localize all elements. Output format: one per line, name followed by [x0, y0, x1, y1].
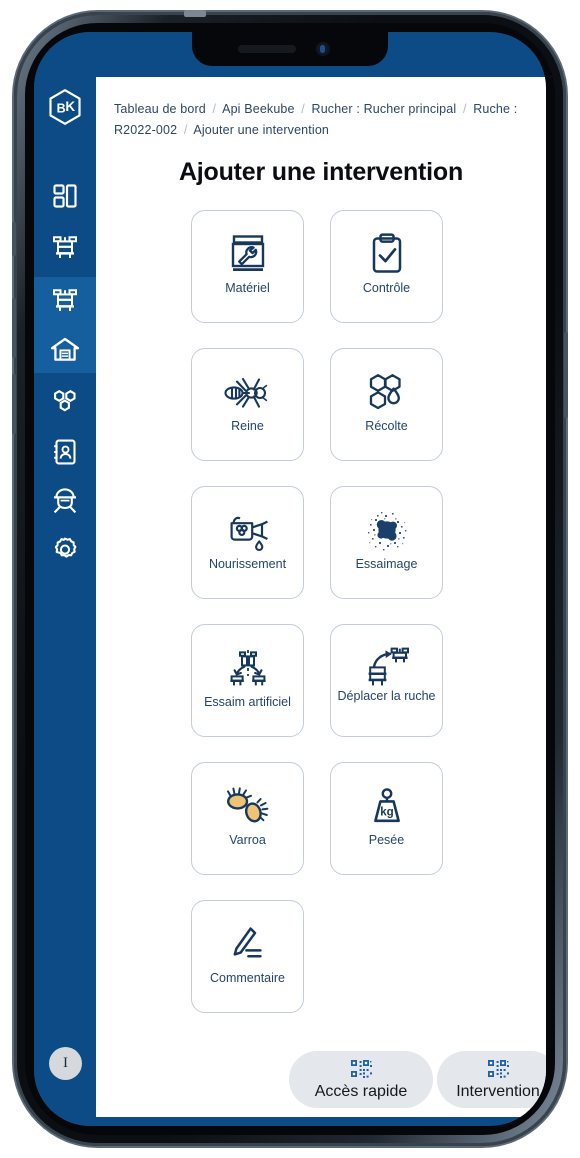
- watering-can-icon: [220, 503, 276, 559]
- power-button[interactable]: [564, 332, 568, 418]
- svg-text:B: B: [57, 101, 66, 115]
- sidebar-item-colonies[interactable]: [34, 377, 96, 425]
- apiary-icon: [50, 337, 80, 361]
- sidebar-logo[interactable]: B K: [34, 84, 96, 132]
- intervention-card-varroa[interactable]: Varroa: [191, 762, 304, 875]
- hive-split-icon: [220, 641, 276, 697]
- page-title: Ajouter une intervention: [178, 158, 464, 186]
- card-label: Essaim artificiel: [204, 695, 291, 709]
- card-label: Nourissement: [208, 557, 287, 571]
- intervention-scan-button[interactable]: Intervention: [437, 1051, 546, 1108]
- beekube-hexagon-logo-icon: B K: [49, 89, 81, 125]
- qr-code-icon: [350, 1060, 372, 1078]
- intervention-card-essaimage[interactable]: Essaimage: [330, 486, 443, 599]
- card-label: Déplacer la ruche: [337, 689, 436, 703]
- intervention-card-commentaire[interactable]: Commentaire: [191, 900, 304, 1013]
- device-notch: [192, 32, 388, 66]
- pencil-note-icon: [222, 917, 274, 973]
- sidebar-item-hives[interactable]: [34, 224, 96, 272]
- app-sidebar: B K I: [34, 32, 96, 1126]
- phone-screen: B K I Tableau de bord / Api Beekube / Ru…: [34, 32, 546, 1126]
- breadcrumb-item-apiary-owner[interactable]: Api Beekube: [222, 102, 295, 116]
- card-label: Commentaire: [209, 971, 286, 985]
- beekeeper-icon: [53, 488, 77, 514]
- hive-icon: [53, 236, 77, 258]
- avatar-initial: I: [63, 1055, 68, 1071]
- sidebar-item-settings[interactable]: [34, 526, 96, 574]
- honeycomb-icon: [54, 389, 76, 412]
- varroa-mite-icon: [220, 779, 276, 835]
- sidebar-item-contacts[interactable]: [34, 428, 96, 476]
- intervention-card-deplacer-ruche[interactable]: Déplacer la ruche: [330, 624, 443, 737]
- intervention-scan-label: Intervention: [456, 1083, 540, 1100]
- dashboard-icon: [53, 184, 77, 208]
- sidebar-item-hive-detail[interactable]: [34, 277, 96, 325]
- svg-text:kg: kg: [380, 806, 394, 819]
- intervention-card-nourissement[interactable]: Nourissement: [191, 486, 304, 599]
- intervention-card-essaim-artificiel[interactable]: Essaim artificiel: [191, 624, 304, 737]
- breadcrumb-item-current: Ajouter une intervention: [193, 123, 330, 137]
- breadcrumb-separator: /: [183, 123, 188, 137]
- user-avatar[interactable]: I: [49, 1047, 82, 1080]
- hive-detail-icon: [53, 289, 77, 311]
- clipboard-check-icon: [362, 227, 412, 283]
- sidebar-item-apiary[interactable]: [34, 325, 96, 373]
- screenshot-root: B K I Tableau de bord / Api Beekube / Ru…: [0, 0, 580, 1158]
- gear-icon: [54, 537, 77, 558]
- card-label: Pesée: [368, 833, 405, 847]
- card-label: Récolte: [365, 419, 408, 433]
- card-label: Contrôle: [362, 281, 411, 295]
- queen-bee-icon: [220, 365, 276, 421]
- breadcrumb-separator: /: [462, 102, 467, 116]
- quick-access-label: Accès rapide: [314, 1083, 408, 1100]
- card-label: Essaimage: [355, 557, 418, 571]
- intervention-card-reine[interactable]: Reine: [191, 348, 304, 461]
- card-label: Varroa: [229, 833, 266, 847]
- main-content: Tableau de bord / Api Beekube / Rucher :…: [96, 77, 546, 1117]
- intervention-card-recolte[interactable]: Récolte: [330, 348, 443, 461]
- quick-access-button[interactable]: Accès rapide: [289, 1051, 433, 1108]
- mute-switch[interactable]: [12, 222, 16, 256]
- frame-antenna-top: [184, 10, 206, 17]
- breadcrumb-item-apiary[interactable]: Rucher : Rucher principal: [312, 102, 457, 116]
- intervention-card-controle[interactable]: Contrôle: [330, 210, 443, 323]
- intervention-card-pesee[interactable]: kg Pesée: [330, 762, 443, 875]
- contact-book-icon: [54, 439, 76, 465]
- qr-code-icon: [487, 1060, 509, 1078]
- volume-up-button[interactable]: [12, 298, 16, 358]
- speaker-grille-icon: [238, 45, 296, 53]
- card-label: Reine: [231, 419, 264, 433]
- intervention-grid: Matériel Contrôle Reine Récolte Nourisse…: [191, 210, 451, 1013]
- kg-weight-icon: kg: [362, 779, 412, 835]
- volume-down-button[interactable]: [12, 374, 16, 434]
- sidebar-item-dashboard[interactable]: [34, 172, 96, 220]
- breadcrumb: Tableau de bord / Api Beekube / Rucher :…: [114, 99, 532, 141]
- svg-text:K: K: [65, 99, 75, 114]
- intervention-card-materiel[interactable]: Matériel: [191, 210, 304, 323]
- swarm-cloud-icon: [361, 503, 413, 559]
- breadcrumb-separator: /: [212, 102, 217, 116]
- card-label: Matériel: [225, 281, 270, 295]
- breadcrumb-separator: /: [301, 102, 305, 116]
- front-camera-icon: [316, 42, 330, 56]
- breadcrumb-item-dashboard[interactable]: Tableau de bord: [114, 102, 206, 116]
- hive-box-wrench-icon: [223, 227, 273, 283]
- honeycomb-drop-icon: [362, 365, 412, 421]
- sidebar-item-beekeeper[interactable]: [34, 477, 96, 525]
